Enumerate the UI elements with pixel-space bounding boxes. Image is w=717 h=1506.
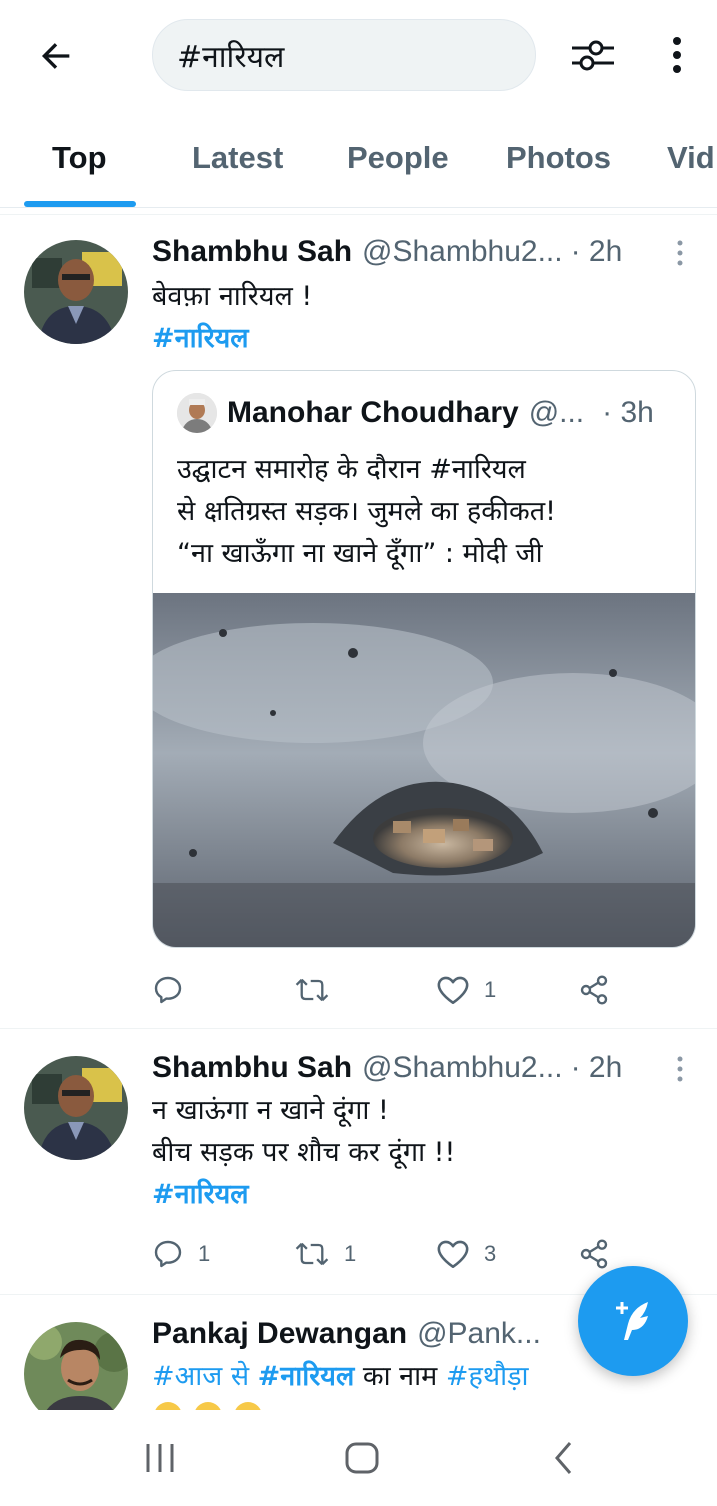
retweet-count: 1 (344, 1241, 357, 1266)
share-icon (580, 975, 608, 1005)
author-handle[interactable]: @Shambhu2... (362, 1051, 563, 1085)
reply-button[interactable] (152, 968, 198, 1012)
tweet-more-icon[interactable] (672, 238, 688, 268)
tweet-text: #आज से #नारियल का नाम #हथौड़ा (152, 1356, 529, 1398)
arrow-left-icon (41, 43, 70, 69)
vertical-dots-icon (673, 37, 681, 73)
tweet-text: बेवफ़ा नारियल ! #नारियल (152, 276, 312, 360)
emoji-icon (155, 1402, 261, 1410)
tweet-time: · 2h (570, 235, 623, 268)
more-options-button[interactable] (660, 30, 694, 80)
hashtag-link[interactable]: #हथौड़ा (446, 1361, 529, 1392)
author-handle[interactable]: @Pank... (417, 1317, 541, 1351)
tweet-text: न खाऊंगा न खाने दूंगा ! बीच सड़क पर शौच … (152, 1090, 455, 1216)
like-count: 3 (484, 1241, 497, 1266)
tweet-text-part: का नाम (354, 1361, 446, 1392)
feather-plus-icon (616, 1302, 648, 1340)
reply-icon (154, 976, 182, 1004)
retweet-button[interactable]: 1 (294, 1232, 356, 1276)
like-button[interactable]: 1 (436, 968, 496, 1012)
tweet-header: Shambhu Sah @Shambhu2... · 2h (152, 232, 622, 272)
pothole-photo[interactable] (153, 593, 696, 948)
retweet-icon (295, 1242, 329, 1266)
chevron-left-icon (555, 1442, 572, 1474)
like-button[interactable]: 3 (436, 1232, 496, 1276)
author-handle[interactable]: @Shambhu2... (362, 235, 563, 269)
search-tabs: Top Latest People Photos Vid (0, 112, 717, 208)
emoji-row (152, 1400, 282, 1410)
compose-tweet-button[interactable] (578, 1266, 688, 1376)
tweet-time: · 2h (570, 1051, 623, 1084)
hashtag-link[interactable]: #नारियल (152, 1174, 455, 1216)
home-icon (345, 1442, 379, 1474)
home-button[interactable] (332, 1436, 392, 1480)
tab-latest[interactable]: Latest (192, 140, 283, 176)
avatar-photo (24, 1056, 128, 1160)
tab-photos[interactable]: Photos (506, 140, 611, 176)
tab-people[interactable]: People (347, 140, 449, 176)
heart-icon (437, 1240, 469, 1269)
quoted-tweet[interactable]: Manohar Choudhary @... · 3h उद्घाटन समार… (152, 370, 696, 948)
avatar[interactable] (24, 240, 128, 344)
author-name[interactable]: Shambhu Sah (152, 235, 352, 269)
tweet-more-icon[interactable] (672, 1054, 688, 1084)
search-input[interactable]: #नारियल (152, 19, 536, 91)
retweet-icon (295, 978, 329, 1002)
quoted-line: “ना खाऊँगा ना खाने दूँगा” : मोदी जी (177, 538, 543, 569)
quoted-time: · 3h (602, 396, 654, 429)
divider (0, 214, 717, 215)
share-button[interactable] (578, 1232, 610, 1276)
quoted-line: उद्घाटन समारोह के दौरान #नारियल (177, 454, 526, 485)
author-name[interactable]: Shambhu Sah (152, 1051, 352, 1085)
avatar-photo (24, 240, 128, 344)
quoted-author-handle: @... (528, 396, 585, 429)
author-name[interactable]: Pankaj Dewangan (152, 1317, 407, 1351)
quoted-line: से क्षतिग्रस्त सड़क। जुमले का हकीकत! (177, 496, 556, 527)
reply-count: 1 (198, 1241, 211, 1266)
quoted-text: उद्घाटन समारोह के दौरान #नारियल से क्षति… (177, 449, 556, 575)
sliders-icon (572, 40, 614, 71)
reply-icon (154, 1240, 182, 1268)
avatar[interactable] (24, 1056, 128, 1160)
hashtag-link[interactable]: #नारियल (258, 1361, 355, 1392)
recent-apps-button[interactable] (130, 1436, 190, 1480)
retweet-button[interactable] (294, 968, 344, 1012)
quoted-avatar (177, 393, 217, 433)
tweet-actions: 1 1 3 (152, 1232, 672, 1276)
system-back-button[interactable] (534, 1436, 594, 1480)
quoted-hashtag: #नारियल (429, 454, 526, 485)
recent-apps-icon (146, 1444, 174, 1472)
tweet-line: बीच सड़क पर शौच कर दूंगा !! (152, 1137, 456, 1168)
quoted-author-name: Manohar Choudhary (227, 396, 519, 429)
share-button[interactable] (578, 968, 610, 1012)
tweet-header: Shambhu Sah @Shambhu2... · 2h (152, 1048, 622, 1088)
system-navigation-bar (0, 1410, 717, 1506)
tweet-line: बेवफ़ा नारियल ! (152, 281, 313, 312)
like-count: 1 (484, 977, 497, 1002)
quoted-header: Manohar Choudhary @... · 3h (227, 391, 654, 435)
search-query: #नारियल (177, 39, 285, 75)
top-app-bar: #नारियल (0, 0, 717, 112)
heart-icon (437, 976, 469, 1005)
tab-top[interactable]: Top (52, 140, 107, 176)
share-icon (580, 1239, 608, 1269)
tweet-line: न खाऊंगा न खाने दूंगा ! (152, 1095, 389, 1126)
back-button[interactable] (32, 34, 80, 78)
hashtag-link[interactable]: #आज से (152, 1361, 258, 1392)
reply-button[interactable]: 1 (152, 1232, 210, 1276)
hashtag-link[interactable]: #नारियल (152, 318, 312, 360)
tweet-header: Pankaj Dewangan @Pank... (152, 1314, 541, 1354)
tab-videos[interactable]: Vid (667, 140, 715, 176)
avatar-photo (177, 393, 217, 433)
divider (0, 1028, 717, 1029)
tweet-actions: 1 (152, 968, 672, 1012)
search-filter-button[interactable] (566, 30, 620, 80)
active-tab-indicator (24, 201, 136, 207)
